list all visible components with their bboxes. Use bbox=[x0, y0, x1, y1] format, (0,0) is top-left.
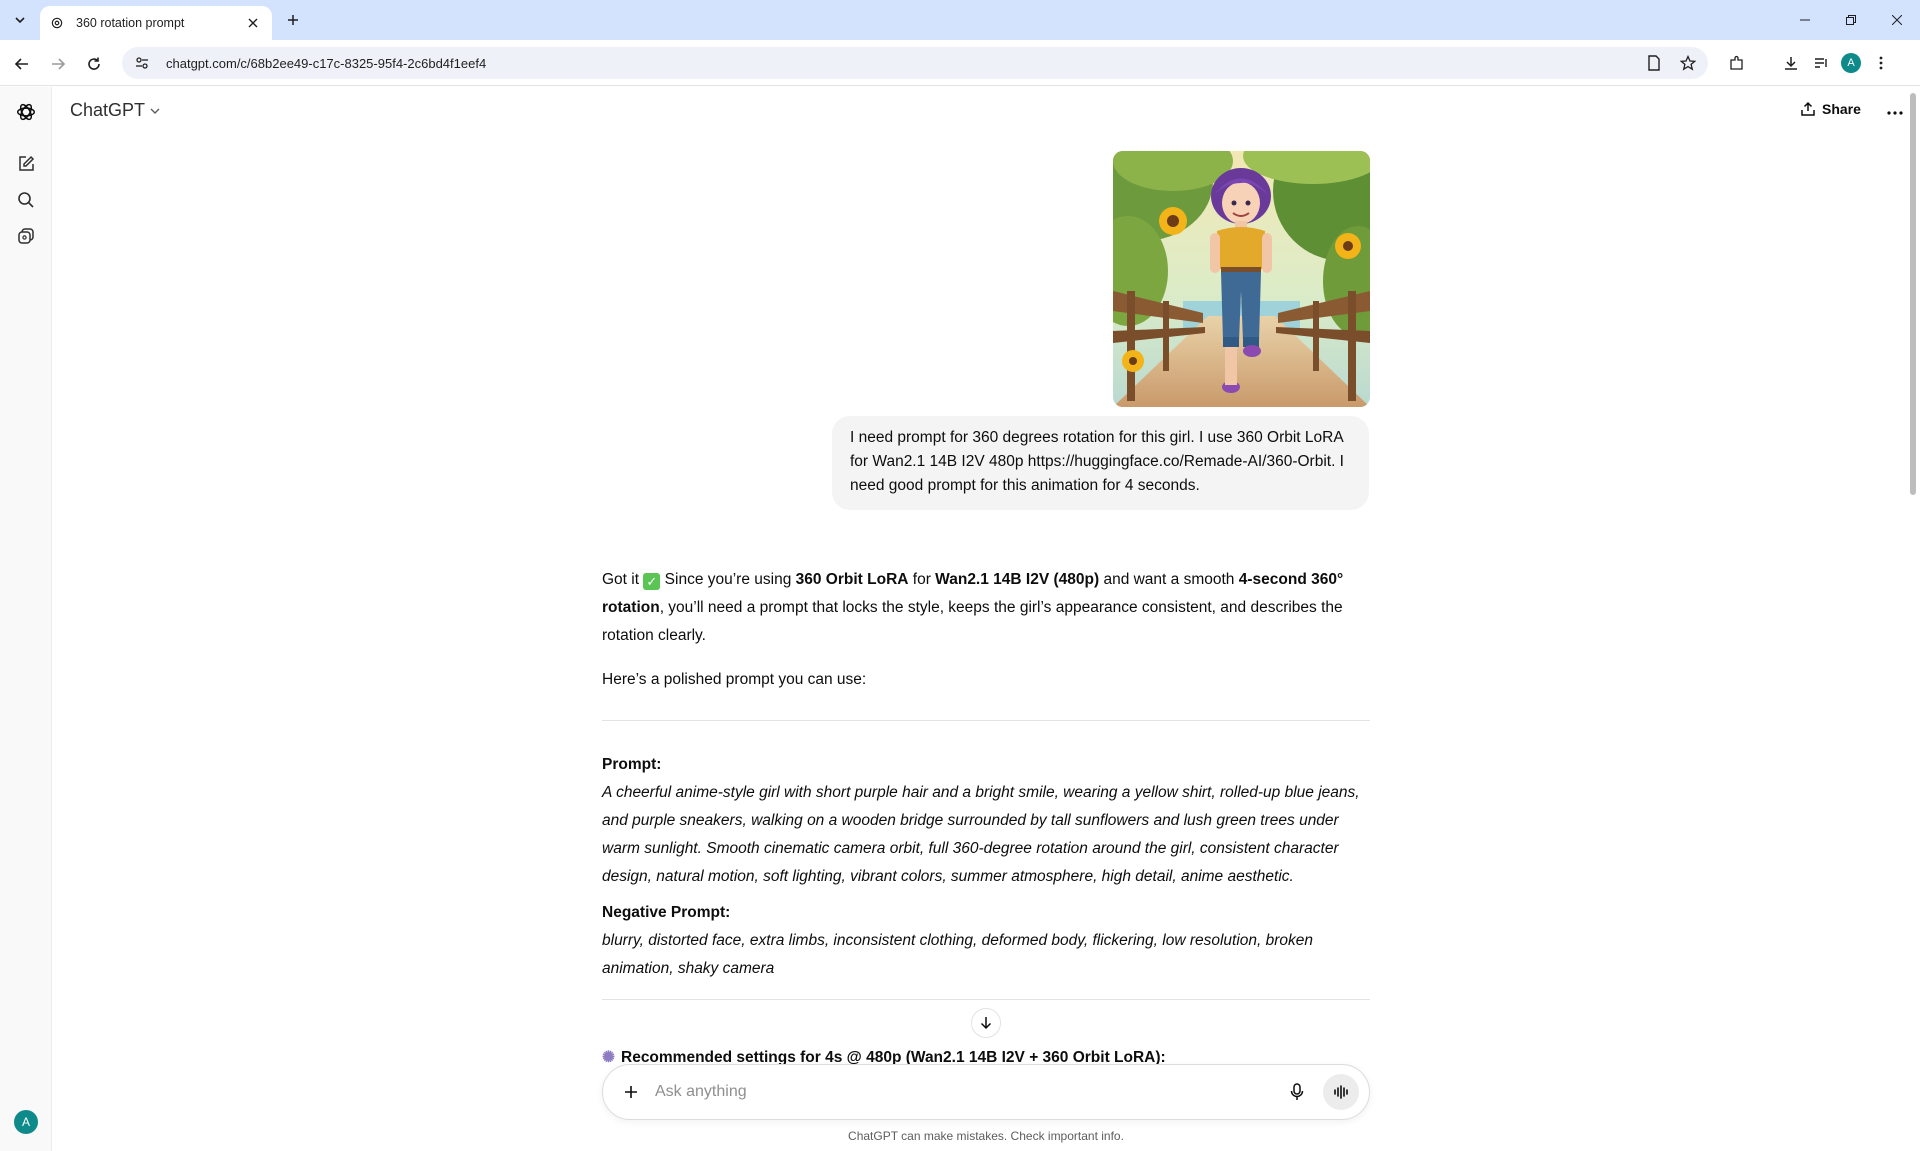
negative-prompt-label: Negative Prompt: bbox=[602, 904, 731, 921]
tab-search-button[interactable] bbox=[8, 8, 32, 32]
anime-girl-illustration bbox=[1113, 151, 1370, 407]
new-tab-button[interactable] bbox=[282, 9, 304, 31]
restore-button[interactable] bbox=[1828, 0, 1874, 40]
reload-icon bbox=[88, 57, 100, 70]
edit-icon[interactable] bbox=[14, 152, 38, 176]
profile-avatar[interactable]: A bbox=[1836, 48, 1866, 78]
assistant-lead: Here’s a polished prompt you can use: bbox=[602, 671, 867, 688]
prompt-input[interactable] bbox=[655, 1083, 1281, 1101]
text-span: and want a smooth bbox=[1099, 571, 1239, 588]
window-controls bbox=[1782, 0, 1920, 40]
url-text[interactable]: chatgpt.com/c/68b2ee49-c17c-8325-95f4-2c… bbox=[166, 56, 1640, 71]
tab-close-icon[interactable] bbox=[244, 14, 262, 32]
share-button[interactable]: Share bbox=[1800, 101, 1861, 117]
download-icon[interactable] bbox=[1776, 48, 1806, 78]
bold-lora-name: 360 Orbit LoRA bbox=[795, 571, 909, 588]
minimize-icon bbox=[1800, 19, 1810, 21]
minimize-button[interactable] bbox=[1782, 0, 1828, 40]
openai-logo-icon[interactable] bbox=[14, 100, 38, 124]
share-icon bbox=[1800, 101, 1816, 117]
scrollbar[interactable] bbox=[1906, 87, 1920, 1151]
negative-prompt-block: Negative Prompt: blurry, distorted face,… bbox=[602, 899, 1370, 983]
divider bbox=[602, 720, 1370, 721]
sidebar-rail: A bbox=[0, 87, 52, 1151]
images-icon[interactable] bbox=[14, 224, 38, 248]
close-window-button[interactable] bbox=[1874, 0, 1920, 40]
text-span: Got it bbox=[602, 571, 644, 588]
more-options-button[interactable] bbox=[1884, 103, 1906, 123]
recommended-settings-heading: ✺ Recommended settings for 4s @ 480p (Wa… bbox=[602, 1050, 1370, 1064]
disclaimer-text: ChatGPT can make mistakes. Check importa… bbox=[848, 1129, 1124, 1143]
bold-model-name: Wan2.1 14B I2V (480p) bbox=[935, 571, 1100, 588]
sparkle-icon: ✺ bbox=[602, 1050, 615, 1064]
model-picker[interactable]: ChatGPT bbox=[70, 100, 161, 121]
assistant-intro: Got it ✓ Since you’re using 360 Orbit Lo… bbox=[602, 566, 1370, 650]
share-label: Share bbox=[1822, 101, 1861, 117]
tab-title: 360 rotation prompt bbox=[76, 16, 185, 30]
check-mark-icon: ✓ bbox=[643, 573, 661, 590]
add-attachment-button[interactable] bbox=[613, 1074, 649, 1110]
browser-tab-active[interactable]: 360 rotation prompt bbox=[40, 6, 272, 40]
restore-icon bbox=[1846, 15, 1856, 25]
text-span: , you’ll need a prompt that locks the st… bbox=[602, 599, 1343, 644]
user-message-bubble: I need prompt for 360 degrees rotation f… bbox=[832, 416, 1369, 510]
puzzle-icon[interactable] bbox=[1722, 48, 1752, 78]
chevron-down-icon bbox=[15, 17, 25, 24]
prompt-block: Prompt: A cheerful anime-style girl with… bbox=[602, 751, 1370, 891]
browser-tab-strip: 360 rotation prompt bbox=[0, 0, 1920, 40]
text-span: for bbox=[908, 571, 936, 588]
microphone-icon bbox=[1290, 1083, 1304, 1100]
arrow-left-icon bbox=[14, 58, 28, 70]
prompt-text: A cheerful anime-style girl with short p… bbox=[602, 784, 1360, 885]
assistant-message: Got it ✓ Since you’re using 360 Orbit Lo… bbox=[602, 566, 1370, 1030]
voice-mode-button[interactable] bbox=[1323, 1074, 1359, 1110]
scroll-to-bottom-button[interactable] bbox=[971, 1008, 1001, 1038]
kebab-icon[interactable] bbox=[1866, 48, 1896, 78]
toolbar-actions: A bbox=[1722, 48, 1896, 78]
arrow-down-icon bbox=[980, 1017, 992, 1030]
model-label: ChatGPT bbox=[70, 100, 146, 120]
dictate-button[interactable] bbox=[1281, 1076, 1313, 1108]
reload-button[interactable] bbox=[82, 52, 106, 76]
composer bbox=[602, 1064, 1370, 1120]
back-button[interactable] bbox=[10, 52, 34, 76]
search-icon[interactable] bbox=[14, 188, 38, 212]
voice-wave-icon bbox=[1334, 1085, 1348, 1099]
scrollbar-thumb[interactable] bbox=[1910, 93, 1916, 495]
plus-icon bbox=[625, 1086, 637, 1098]
prompt-label: Prompt: bbox=[602, 756, 662, 773]
openai-favicon-icon bbox=[50, 15, 66, 31]
text-span: Since you’re using bbox=[660, 571, 796, 588]
arrow-right-icon bbox=[52, 58, 66, 70]
recommended-text: Recommended settings for 4s @ 480p (Wan2… bbox=[621, 1050, 1166, 1064]
close-icon bbox=[1892, 15, 1902, 25]
star-icon[interactable] bbox=[1674, 49, 1702, 77]
ellipsis-icon bbox=[1887, 111, 1903, 115]
site-info-icon[interactable] bbox=[130, 51, 154, 75]
forward-button[interactable] bbox=[46, 52, 70, 76]
attached-image[interactable] bbox=[1113, 151, 1370, 407]
page-info-icon[interactable] bbox=[1640, 49, 1668, 77]
playlist-icon[interactable] bbox=[1806, 48, 1836, 78]
address-bar[interactable]: chatgpt.com/c/68b2ee49-c17c-8325-95f4-2c… bbox=[122, 47, 1708, 79]
divider bbox=[602, 999, 1370, 1000]
chevron-down-icon bbox=[149, 105, 161, 117]
user-avatar[interactable]: A bbox=[14, 1110, 38, 1134]
negative-prompt-text: blurry, distorted face, extra limbs, inc… bbox=[602, 932, 1314, 977]
plus-icon bbox=[288, 15, 298, 25]
